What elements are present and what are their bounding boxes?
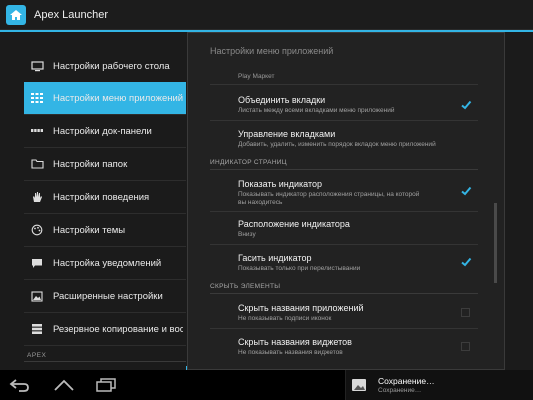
panel-scrollbar[interactable] (494, 203, 497, 283)
setting-title: Управление вкладками (238, 129, 336, 139)
sidebar-item-label: Настройка уведомлений (53, 257, 162, 269)
notification-area[interactable]: Сохранение… Сохранение… (346, 370, 533, 400)
setting-title: Расположение индикатора (238, 219, 350, 229)
setting-fade-indicator[interactable]: Гасить индикатор Показывать только при п… (238, 253, 478, 273)
setting-summary: Не показывать названия виджетов (238, 349, 343, 356)
setting-summary: Не показывать подписи иконок (238, 315, 332, 322)
list-divider (210, 244, 478, 245)
image-icon (30, 290, 44, 302)
sidebar-item-label: Резервное копирование и восс (53, 323, 183, 335)
sidebar-item-backup[interactable]: Резервное копирование и восс (24, 313, 186, 346)
storage-icon (30, 323, 44, 335)
home-nav-icon[interactable] (52, 375, 76, 395)
hand-icon (30, 191, 44, 203)
setting-title: Скрыть названия виджетов (238, 337, 352, 347)
setting-hide-app-names[interactable]: Скрыть названия приложений Не показывать… (238, 303, 478, 323)
sidebar-item-app-drawer[interactable]: Настройки меню приложений (24, 82, 186, 115)
fade-indicator-checkbox[interactable] (460, 255, 472, 267)
settings-sidebar: Настройки рабочего стола Настройки меню … (24, 50, 208, 374)
settings-panel: Настройки меню приложений Play Маркет Об… (187, 32, 505, 370)
home-icon[interactable] (6, 4, 26, 25)
sidebar-item-notifications[interactable]: Настройка уведомлений (24, 247, 186, 280)
chat-bubble-icon (30, 257, 44, 269)
sidebar-item-label: Настройки папок (53, 158, 128, 170)
sidebar-item-theme[interactable]: Настройки темы (24, 214, 186, 247)
sidebar-item-desktop[interactable]: Настройки рабочего стола (24, 50, 186, 83)
list-divider (210, 84, 478, 85)
sidebar-item-folders[interactable]: Настройки папок (24, 148, 186, 181)
setting-summary: Листать между всеми вкладками меню прило… (238, 107, 395, 114)
list-divider (210, 211, 478, 212)
list-divider (210, 120, 478, 121)
list-divider (210, 328, 478, 329)
monitor-icon (30, 60, 44, 72)
setting-title: Скрыть названия приложений (238, 303, 364, 313)
sidebar-item-label: Настройки темы (53, 224, 126, 236)
dock-icon (30, 125, 44, 137)
folder-icon (30, 158, 44, 170)
section-header-hide-elements: СКРЫТЬ ЭЛЕМЕНТЫ (210, 283, 281, 290)
sidebar-item-advanced[interactable]: Расширенные настройки (24, 280, 186, 313)
setting-title: Объединить вкладки (238, 95, 326, 105)
sidebar-item-behavior[interactable]: Настройки поведения (24, 181, 186, 214)
sidebar-section-header: APEX (27, 352, 47, 359)
hide-widget-names-checkbox[interactable] (461, 342, 470, 351)
sidebar-item-label: Настройки рабочего стола (53, 60, 170, 72)
sidebar-item-label: Настройки док-панели (53, 125, 152, 137)
setting-show-indicator[interactable]: Показать индикатор Показывать индикатор … (238, 179, 478, 207)
palette-icon (30, 224, 44, 236)
hide-app-names-checkbox[interactable] (461, 308, 470, 317)
recent-apps-icon[interactable] (94, 375, 118, 395)
grid-icon (30, 92, 44, 104)
sidebar-item-label: Настройки поведения (53, 191, 150, 203)
sidebar-item-dock[interactable]: Настройки док-панели (24, 115, 186, 148)
notification-title: Сохранение… (378, 376, 435, 386)
section-header-page-indicator: ИНДИКАТОР СТРАНИЦ (210, 159, 287, 166)
back-button[interactable] (8, 375, 32, 395)
setting-summary: Добавить, удалить, изменить порядок вкла… (238, 141, 436, 148)
show-indicator-checkbox[interactable] (460, 184, 472, 196)
merge-tabs-checkbox[interactable] (460, 98, 472, 110)
setting-summary: Внизу (238, 231, 256, 238)
section-divider (210, 169, 478, 170)
setting-title: Показать индикатор (238, 179, 323, 189)
previous-item-summary: Play Маркет (238, 73, 275, 80)
image-icon (352, 379, 366, 391)
setting-manage-tabs[interactable]: Управление вкладками Добавить, удалить, … (238, 129, 478, 149)
action-bar: Apex Launcher (0, 0, 533, 30)
app-title: Apex Launcher (34, 8, 108, 21)
setting-summary: Показывать индикатор расположения страни… (238, 191, 420, 206)
sidebar-item-label: Расширенные настройки (53, 290, 163, 302)
sidebar-item-label: Настройки меню приложений (53, 92, 183, 104)
notification-subtitle: Сохранение… (378, 387, 422, 394)
setting-title: Гасить индикатор (238, 253, 312, 263)
setting-summary: Показывать только при перелистывании (238, 265, 361, 272)
panel-title: Настройки меню приложений (210, 46, 334, 56)
section-divider (210, 293, 478, 294)
setting-hide-widget-names[interactable]: Скрыть названия виджетов Не показывать н… (238, 337, 478, 357)
setting-indicator-position[interactable]: Расположение индикатора Внизу (238, 219, 478, 239)
setting-merge-tabs[interactable]: Объединить вкладки Листать между всеми в… (238, 95, 478, 115)
sidebar-section-divider (24, 361, 186, 362)
